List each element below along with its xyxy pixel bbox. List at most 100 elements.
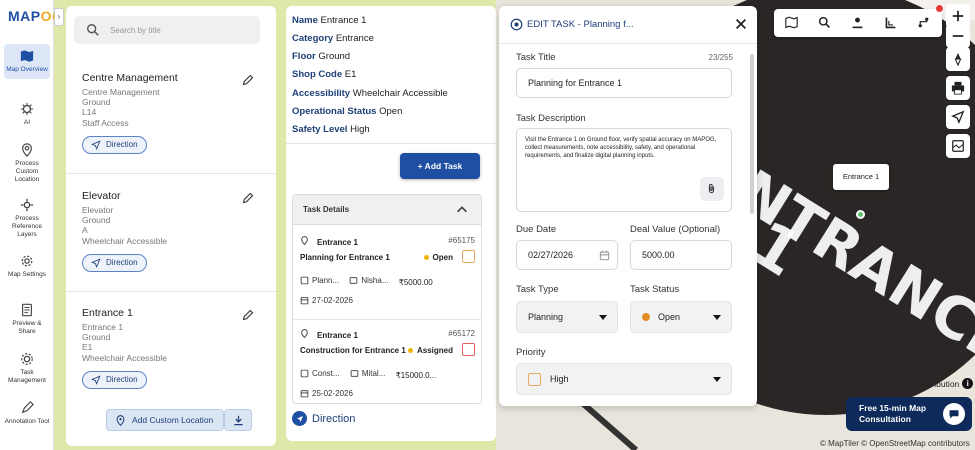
property-key: Safety Level [292, 124, 348, 135]
download-button[interactable] [224, 409, 252, 431]
location-card[interactable]: Centre Management Centre Management Grou… [66, 72, 276, 154]
property-value: Entrance [335, 33, 374, 44]
task-card[interactable]: Entrance 1 #65172 Construction for Entra… [293, 319, 481, 403]
nav-item-ai[interactable]: AI [4, 102, 50, 127]
task-status-select[interactable]: Open [630, 301, 732, 333]
task-type-value: Planning [528, 312, 564, 322]
user-location-icon[interactable] [851, 16, 864, 29]
direction-button[interactable]: Direction [82, 370, 147, 389]
dropdown-caret-icon [599, 315, 607, 320]
task-location: Entrance 1 [300, 236, 358, 247]
task-status: Open [423, 253, 453, 262]
nav-item-map-overview[interactable]: Map Overview [4, 44, 50, 79]
map-marker[interactable] [856, 210, 865, 219]
nav-item-annotation-tool[interactable]: Annotation Tool [4, 401, 50, 426]
task-date-row: 25-02-2026 [300, 389, 361, 400]
direction-button-label: Direction [106, 375, 138, 385]
task-details-header[interactable]: Task Details [293, 195, 481, 225]
due-date-input[interactable]: 02/27/2026 [516, 240, 618, 270]
search-icon [87, 24, 99, 36]
nav-item-label: Map Settings [8, 271, 46, 278]
task-status-label: Task Status [630, 284, 680, 295]
location-card[interactable]: Elevator Elevator Ground A Wheelchair Ac… [66, 190, 276, 272]
navigation-arrow-icon [292, 411, 307, 426]
task-title-input[interactable]: Planning for Entrance 1 [516, 68, 732, 98]
location-icon [22, 143, 32, 157]
add-task-button[interactable]: + Add Task [400, 153, 480, 179]
print-icon [951, 81, 965, 95]
map-layers-icon[interactable] [785, 16, 798, 29]
edit-pencil-icon[interactable] [242, 192, 254, 204]
nav-item-label: Process Reference Layers [12, 215, 42, 238]
chat-icon[interactable] [943, 403, 965, 425]
attach-file-button[interactable] [700, 177, 724, 201]
property-key: Accessibility [292, 88, 351, 99]
chevron-up-icon[interactable] [455, 203, 469, 217]
map-copyright: © MapTiler © OpenStreetMap contributors [820, 439, 970, 448]
navigate-button[interactable] [946, 105, 970, 129]
location-meta: A [82, 225, 88, 236]
print-button[interactable] [946, 76, 970, 100]
location-card[interactable]: Entrance 1 Entrance 1 Ground E1 Wheelcha… [66, 307, 276, 389]
task-date-row: 27-02-2026 [300, 296, 361, 307]
task-location-name: Entrance 1 [317, 238, 358, 247]
nav-item-process-reference-layers[interactable]: Process Reference Layers [4, 198, 50, 238]
direction-link[interactable]: Direction [292, 411, 355, 426]
compass-button[interactable] [946, 47, 970, 71]
base-map-icon [952, 140, 964, 152]
search-icon[interactable] [818, 16, 831, 29]
location-meta: Ground [82, 97, 111, 108]
divider [286, 143, 496, 144]
location-pin-icon [300, 329, 309, 338]
attribution-control[interactable]: Attribution i [921, 378, 974, 389]
property-key: Shop Code [292, 69, 343, 80]
popup-close-icon[interactable]: × [882, 155, 887, 163]
free-consultation-button[interactable]: Free 15-min Map Consultation [846, 397, 972, 431]
status-dot [423, 255, 429, 260]
property-value: Entrance 1 [320, 15, 367, 26]
collapse-sidebar-button[interactable]: › [54, 8, 64, 26]
property-category: Category Entrance [292, 33, 374, 44]
location-meta: Centre Management [82, 87, 160, 97]
property-value: Open [379, 106, 403, 117]
task-card[interactable]: Entrance 1 #65175 Planning for Entrance … [293, 226, 481, 320]
task-icon [21, 353, 33, 365]
route-icon[interactable] [917, 16, 930, 29]
base-map-button[interactable] [946, 134, 970, 158]
left-navigation: MAPOG Map Overview AI Process Custom Loc… [0, 0, 63, 450]
direction-button[interactable]: Direction [82, 253, 147, 272]
priority-select[interactable]: High [516, 363, 732, 395]
task-meta-row: Const... Mital... ₹15000.0... [300, 369, 436, 380]
edit-task-header: EDIT TASK - Planning f... [499, 6, 757, 44]
priority-label: Priority [516, 347, 546, 358]
task-assignee: Mital... [361, 369, 386, 378]
calendar-icon[interactable] [599, 250, 610, 261]
task-description-textarea[interactable]: Visit the Entrance 1 on Ground floor, ve… [516, 128, 732, 212]
nav-item-preview-share[interactable]: Preview & Share [4, 303, 50, 336]
task-type-icon [300, 369, 309, 378]
deal-value-input[interactable]: 5000.00 [630, 240, 732, 270]
task-type-select[interactable]: Planning [516, 301, 618, 333]
measure-icon[interactable] [884, 16, 897, 29]
property-key: Floor [292, 51, 316, 62]
status-dot [642, 313, 650, 321]
task-description-label: Task Description [516, 113, 586, 124]
location-pin-icon [116, 414, 125, 426]
zoom-out-button[interactable] [946, 24, 970, 48]
assignee-icon [350, 370, 359, 377]
close-icon[interactable] [734, 17, 748, 31]
panel-scrollbar[interactable] [750, 54, 754, 214]
gear-icon [21, 255, 33, 267]
search-input[interactable] [110, 22, 250, 38]
property-floor: Floor Ground [292, 51, 350, 62]
direction-button[interactable]: Direction [82, 135, 147, 154]
direction-button-label: Direction [106, 258, 138, 268]
minus-icon [952, 35, 964, 37]
edit-pencil-icon[interactable] [242, 74, 254, 86]
nav-item-map-settings[interactable]: Map Settings [4, 254, 50, 279]
nav-item-process-custom-location[interactable]: Process Custom Location [4, 143, 50, 183]
nav-item-task-management[interactable]: Task Management [4, 352, 50, 385]
add-custom-location-button[interactable]: Add Custom Location [106, 409, 225, 431]
calendar-icon [300, 390, 309, 398]
edit-pencil-icon[interactable] [242, 309, 254, 321]
